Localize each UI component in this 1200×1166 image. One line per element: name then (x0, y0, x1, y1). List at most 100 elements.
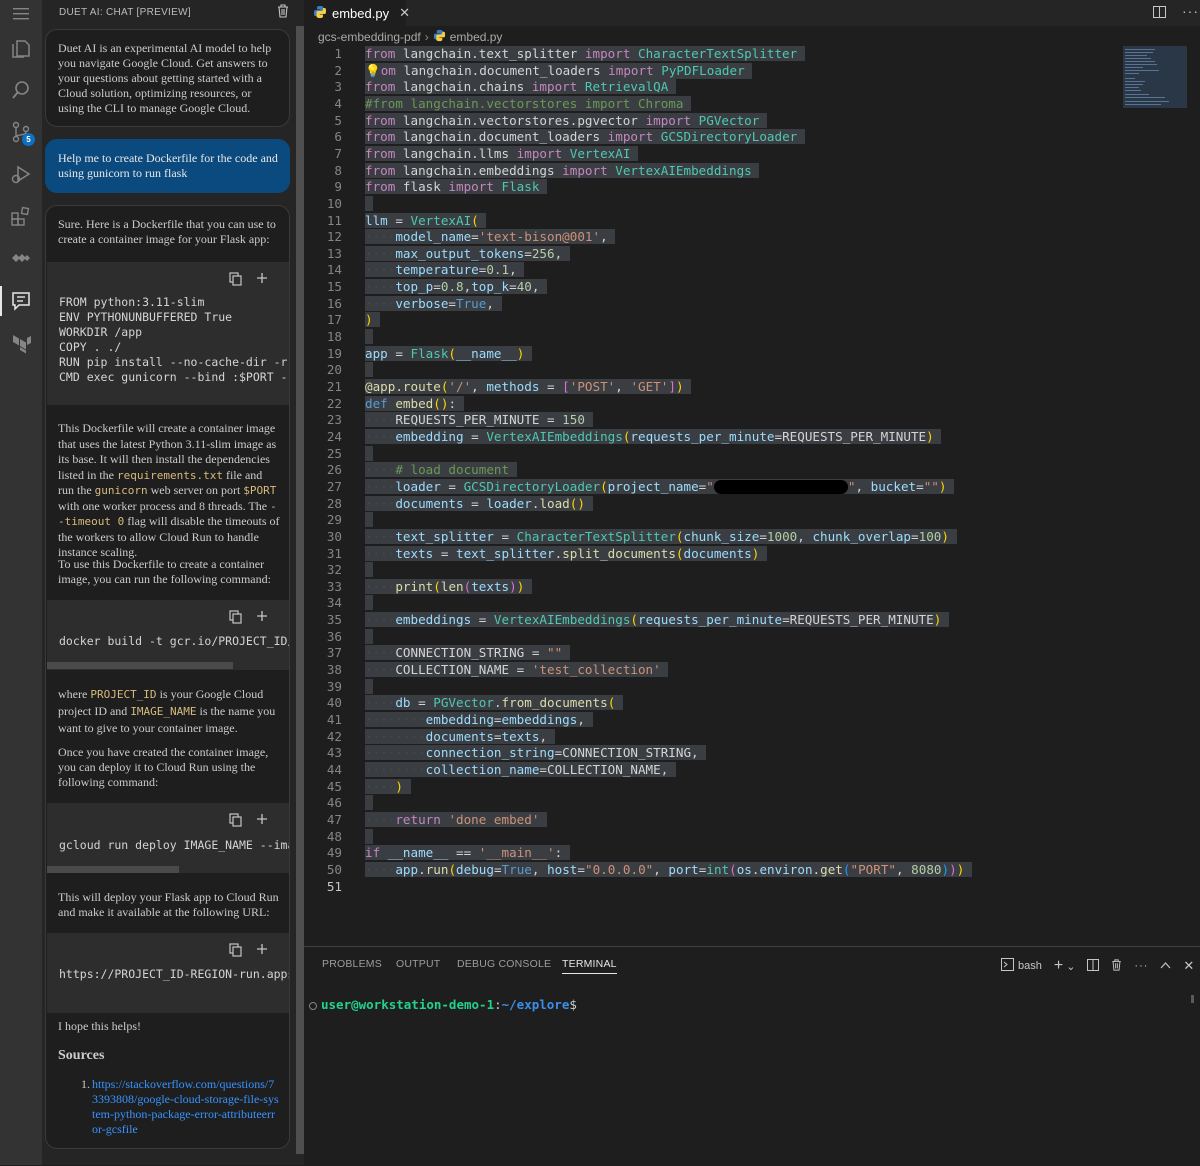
response-intro: Sure. Here is a Dockerfile that you can … (58, 217, 276, 246)
split-editor-icon[interactable] (1153, 6, 1166, 21)
code-gunicorn: gunicorn (94, 484, 148, 497)
insert-icon[interactable] (256, 610, 268, 628)
intro-message: Duet AI is an experimental AI model to h… (45, 29, 290, 127)
closing-text: I hope this helps! (58, 1019, 141, 1033)
search-icon[interactable] (7, 76, 35, 104)
tab-terminal[interactable]: TERMINAL (562, 958, 617, 974)
code-line: 33 ····print(len(texts)) (304, 578, 1122, 596)
intro-text: Duet AI is an experimental AI model to h… (58, 41, 272, 115)
code-line: 3 from langchain.chains import RetrievalQ… (304, 79, 1122, 96)
close-icon[interactable]: ✕ (399, 5, 410, 21)
sources-title: Sources (58, 1048, 105, 1063)
panel-toolbar: bash + ⌄ ··· ✕ (1001, 957, 1194, 975)
explain-text-c: web server on port (147, 483, 244, 497)
code-line: 6 from langchain.document_loaders import … (304, 129, 1122, 146)
duet-ai-chat-panel: DUET AI: CHAT [PREVIEW] Duet AI is an ex… (42, 0, 304, 1165)
redacted-region (713, 480, 848, 495)
explain-text-d: with one worker process and 8 threads. T… (58, 498, 271, 513)
cloud-code-icon[interactable] (7, 244, 35, 272)
code-line: 20 (304, 362, 1122, 379)
copy-icon[interactable] (229, 943, 242, 961)
prompt-status-icon (309, 1001, 317, 1010)
terminal-prompt[interactable]: user@workstation-demo-1:~/explore$ (309, 997, 577, 1012)
code-line: 12 ····model_name='text-bison@001', (326, 229, 616, 245)
source-link[interactable]: https://stackoverflow.com/questions/7339… (92, 1077, 280, 1137)
code-line: 40 ····db = PGVector.from_documents( (304, 695, 1122, 712)
trash-icon[interactable] (277, 4, 289, 21)
where-text: where PROJECT_ID is your Google Cloud pr… (58, 686, 280, 736)
code-line: 2 💡om langchain.document_loaders import P… (304, 62, 1122, 80)
code-line: 37 ····CONNECTION_STRING = "" (304, 645, 1122, 662)
menu-icon[interactable] (7, 0, 35, 28)
copy-icon[interactable] (229, 610, 242, 628)
maximize-panel-icon[interactable] (1160, 960, 1171, 972)
code-line: 47 ····return 'done embed' (304, 811, 1122, 829)
run-debug-icon[interactable] (7, 160, 35, 188)
duet-chat-icon[interactable] (7, 287, 35, 315)
code-line: 46 (304, 795, 1122, 812)
chevron-down-icon[interactable]: ⌄ (1066, 960, 1075, 973)
terminal-scrollbar[interactable] (1191, 995, 1194, 1003)
code-line: 26 ····# load document (304, 462, 1122, 479)
code-requirements: requirements.txt (117, 468, 223, 482)
code-line: 22 def embed(): (326, 395, 464, 411)
code-line: 44 ········collection_name=COLLECTION_NAM… (326, 761, 676, 777)
copy-icon[interactable] (229, 813, 242, 831)
insert-icon[interactable] (256, 272, 268, 290)
code-line: 39 (304, 678, 1122, 696)
activity-bar: 5 (0, 0, 42, 1165)
code-hscrollbar[interactable] (47, 662, 233, 669)
code-line: 9 from flask import Flask (304, 179, 1122, 196)
code-line: 28 ····documents = loader.load() (304, 495, 1122, 513)
code-line: 1 from langchain.text_splitter import Cha… (304, 46, 1122, 63)
more-actions-icon[interactable]: ··· (1134, 960, 1148, 972)
breadcrumb-file[interactable]: embed.py (450, 30, 503, 44)
insert-icon[interactable] (256, 813, 268, 831)
lightbulb-icon: 💡 (365, 62, 381, 78)
code-line: 23 ····REQUESTS_PER_MINUTE = 150 (304, 412, 1122, 429)
sidebar-scrollbar[interactable] (296, 26, 304, 1154)
code-line: 34 (304, 595, 1122, 612)
breadcrumb-folder[interactable]: gcs-embedding-pdf (318, 30, 421, 44)
code-line: 5 from langchain.vectorstores.pgvector im… (304, 112, 1122, 130)
explorer-icon[interactable] (7, 34, 35, 62)
add-terminal-icon[interactable]: + (1054, 957, 1063, 975)
code-image-name: IMAGE_NAME (130, 705, 197, 718)
python-file-icon (313, 5, 327, 22)
breadcrumb: gcs-embedding-pdf › embed.py (318, 29, 502, 45)
url-code: https://PROJECT_ID-REGION-run.appsp (59, 967, 290, 981)
docker-build-command: docker build -t gcr.io/PROJECT_ID/I (59, 634, 290, 648)
close-panel-icon[interactable]: ✕ (1183, 958, 1194, 974)
deploy-text: Once you have created the container imag… (58, 745, 269, 789)
tab-problems[interactable]: PROBLEMS (322, 958, 382, 970)
tab-embed-py[interactable]: embed.py ✕ (304, 0, 410, 26)
minimap[interactable] (1123, 46, 1187, 108)
shell-label[interactable]: bash (1018, 960, 1042, 972)
split-terminal-icon[interactable] (1087, 958, 1100, 974)
code-line: 43 ········connection_string=CONNECTION_S… (326, 745, 707, 761)
terraform-icon[interactable] (7, 329, 35, 357)
code-line: 30 ····text_splitter = CharacterTextSplit… (304, 528, 1122, 546)
extensions-icon[interactable] (7, 202, 35, 230)
gcloud-code-block: gcloud run deploy IMAGE_NAME --imag (47, 803, 289, 873)
code-line: 51 (326, 878, 342, 894)
code-line: 19 app = Flask(__name__) (304, 345, 1122, 363)
kill-terminal-icon[interactable] (1111, 958, 1122, 974)
code-line: 14 ····temperature=0.1, (326, 262, 525, 278)
more-actions-icon[interactable]: ··· (1182, 3, 1199, 19)
source-index: 1. (81, 1077, 90, 1091)
code-line: 41 ········embedding=embeddings, (326, 712, 593, 727)
active-indicator (0, 286, 2, 316)
copy-icon[interactable] (229, 272, 242, 290)
tab-output[interactable]: OUTPUT (396, 958, 440, 970)
code-editor[interactable]: 1 from langchain.text_splitter import Cha… (304, 46, 1122, 942)
code-line: 17) (304, 312, 1122, 329)
dockerfile-text: FROM python:3.11-slim ENV PYTHONUNBUFFER… (59, 295, 289, 384)
code-line: 11 llm = VertexAI( (304, 212, 1122, 230)
dockerfile-explanation: This Dockerfile will create a container … (58, 421, 280, 561)
insert-icon[interactable] (256, 943, 268, 961)
code-hscrollbar[interactable] (47, 866, 179, 873)
tab-debug-console[interactable]: DEBUG CONSOLE (457, 958, 551, 970)
editor-tab-bar: embed.py ✕ ··· (304, 0, 1200, 26)
prompt-user: user@workstation-demo-1 (321, 997, 495, 1012)
